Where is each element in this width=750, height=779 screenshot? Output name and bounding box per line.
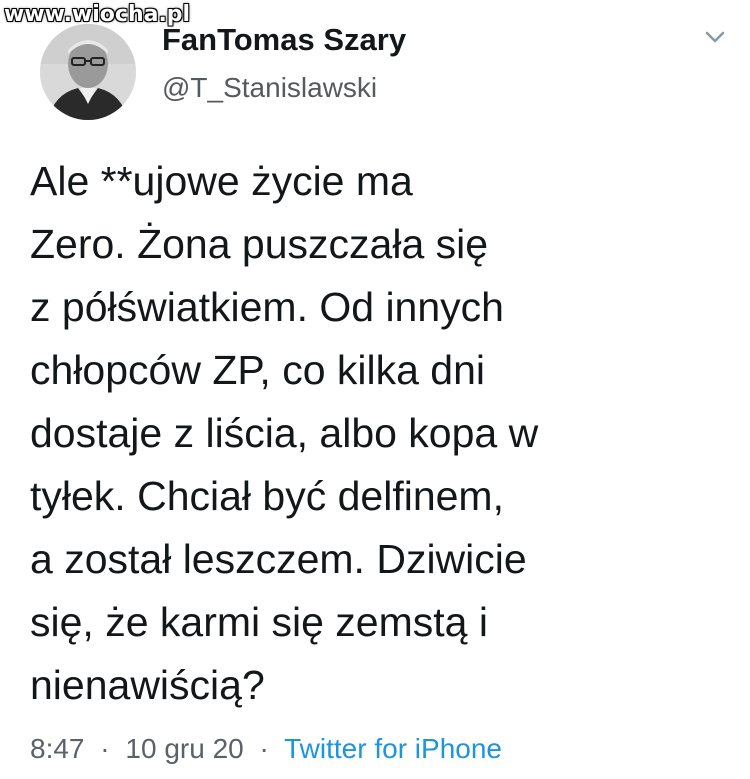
tweet-source-link[interactable]: Twitter for iPhone: [284, 733, 502, 764]
author-handle[interactable]: @T_Stanislawski: [162, 72, 377, 104]
tweet-line: Zero. Żona puszczała się: [30, 221, 489, 267]
watermark-logo: www.wiocha.pl: [4, 2, 191, 27]
author-display-name[interactable]: FanTomas Szary: [162, 22, 406, 58]
tweet-line: chłopców ZP, co kilka dni: [30, 347, 486, 393]
avatar-image: [40, 24, 136, 120]
tweet-line: Ale **ujowe życie ma: [30, 158, 413, 204]
tweet-date[interactable]: 10 gru 20: [125, 733, 243, 764]
tweet-line: nienawiścią?: [30, 662, 265, 708]
tweet-text: Ale **ujowe życie ma Zero. Żona puszczał…: [30, 150, 730, 717]
meta-separator: ·: [259, 733, 269, 764]
chevron-down-icon[interactable]: [700, 22, 730, 52]
tweet-meta: 8:47 · 10 gru 20 · Twitter for iPhone: [30, 733, 502, 765]
avatar[interactable]: [40, 24, 136, 120]
tweet-line: tyłek. Chciał być delfinem,: [30, 473, 504, 519]
tweet-time[interactable]: 8:47: [30, 733, 85, 764]
tweet-line: się, że karmi się zemstą i: [30, 599, 488, 645]
tweet-line: z półświatkiem. Od innych: [30, 284, 504, 330]
meta-separator: ·: [100, 733, 110, 764]
tweet-line: dostaje z liścia, albo kopa w: [30, 410, 539, 456]
tweet-line: a został leszczem. Dziwicie: [30, 536, 527, 582]
